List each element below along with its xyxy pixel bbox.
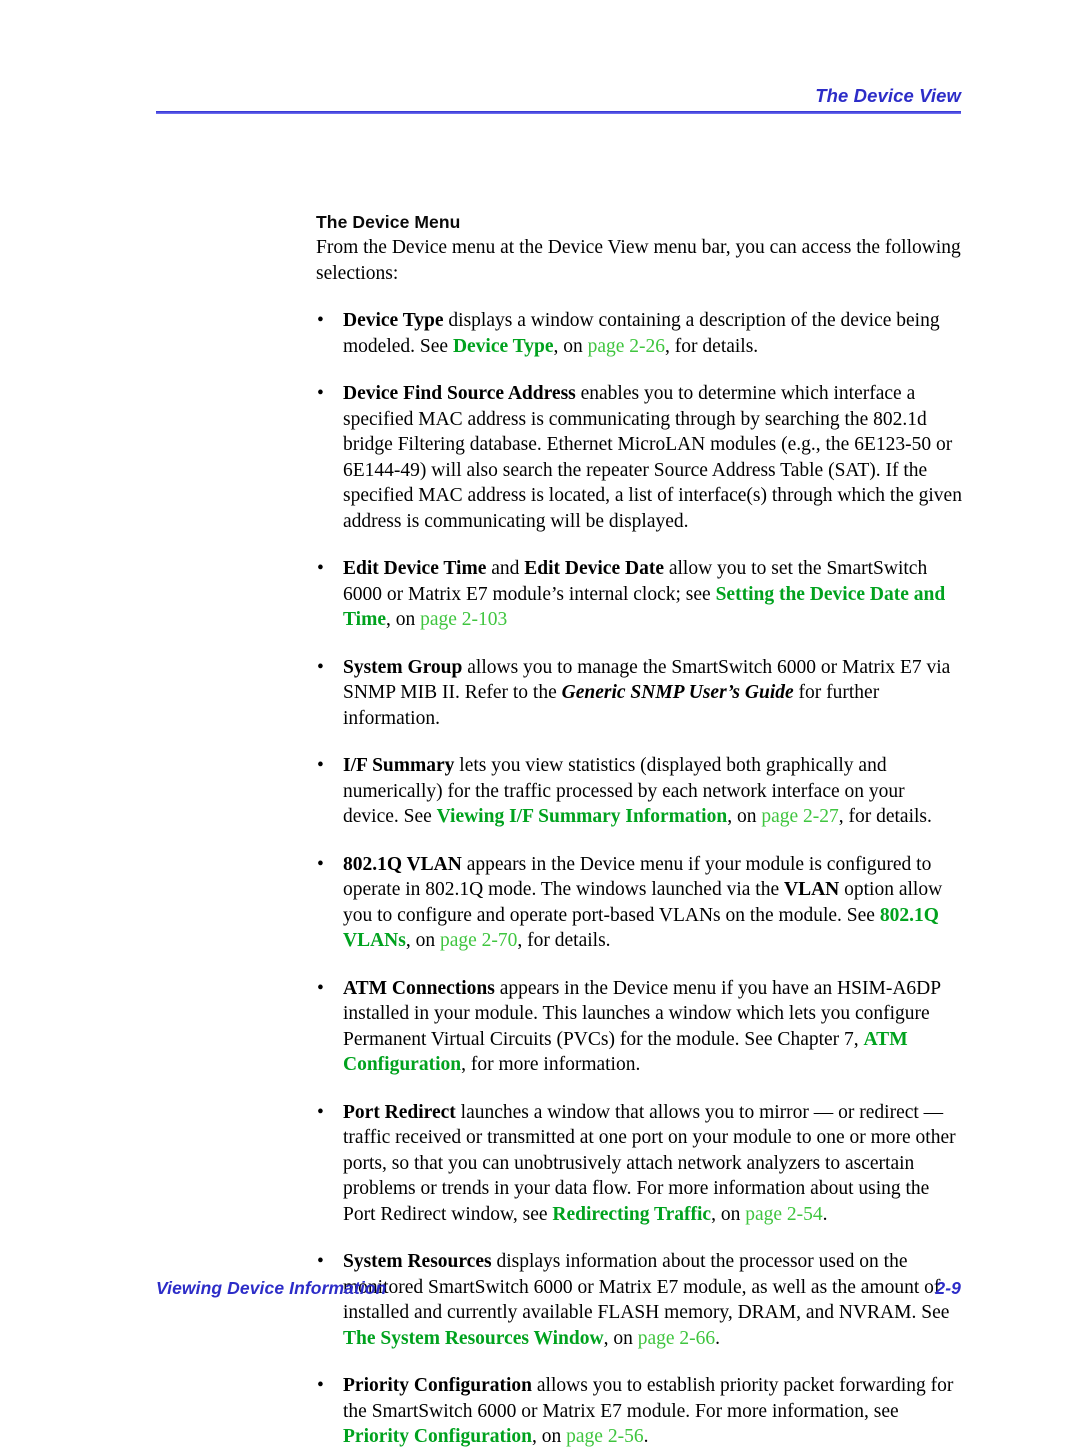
bullet-marker-icon: • — [317, 1375, 324, 1396]
body-text: . — [715, 1327, 721, 1349]
cross-reference-link[interactable]: Redirecting Traffic — [552, 1204, 711, 1225]
running-head: The Device View — [815, 85, 961, 106]
menu-term: Port Redirect — [343, 1101, 456, 1123]
menu-term: Device Type — [343, 310, 444, 331]
bullet-marker-icon: • — [317, 656, 324, 678]
body-text: , for details. — [665, 335, 759, 357]
page-number: 2-9 — [935, 1278, 961, 1298]
body-text: , for more information. — [461, 1054, 641, 1075]
section-intro-paragraph: From the Device menu at the Device View … — [316, 237, 961, 284]
bullet-item-802-1q-vlan: • 802.1Q VLAN appears in the Device menu … — [316, 852, 962, 954]
menu-term: Device Find Source Address — [343, 383, 576, 404]
menu-term: I/F Summary — [343, 755, 455, 776]
page-content: The Device Menu From the Device menu at … — [316, 212, 962, 1450]
bullet-marker-icon: • — [317, 310, 324, 331]
bullet-item-edit-device-time-date: • Edit Device Time and Edit Device Date a… — [316, 556, 962, 633]
body-text: , for details. — [838, 806, 932, 827]
cross-reference-link[interactable]: Priority Configuration — [343, 1426, 532, 1447]
body-text: , on — [711, 1203, 746, 1225]
bullet-item-device-type: • Device Type displays a window containin… — [316, 308, 962, 359]
bullet-marker-icon: • — [317, 853, 324, 875]
page-reference-link[interactable]: page 2-56 — [566, 1426, 643, 1447]
menu-term: 802.1Q VLAN — [343, 853, 462, 875]
menu-term: System Resources — [343, 1251, 492, 1272]
bullet-marker-icon: • — [317, 1101, 324, 1123]
bullet-marker-icon: • — [317, 755, 324, 776]
menu-term: Edit Device Time — [343, 558, 487, 579]
body-text: . — [643, 1426, 649, 1447]
bullet-item-system-group: • System Group allows you to manage the S… — [316, 655, 962, 732]
cross-reference-link[interactable]: Device Type — [453, 336, 554, 357]
bullet-item-system-resources: • System Resources displays information a… — [316, 1249, 962, 1351]
menu-term: Priority Configuration — [343, 1375, 533, 1396]
bullet-item-atm-connections: • ATM Connections appears in the Device m… — [316, 976, 962, 1078]
document-page: The Device View The Device Menu From the… — [0, 0, 1080, 1447]
cross-reference-link[interactable]: Viewing I/F Summary Information — [437, 806, 728, 827]
section-heading: The Device Menu — [316, 212, 461, 232]
book-title: Generic SNMP User’s Guide — [561, 682, 794, 703]
bullet-marker-icon: • — [317, 1251, 324, 1272]
body-text: , on — [727, 806, 762, 827]
header-rule — [156, 111, 961, 115]
running-foot: Viewing Device Information — [156, 1278, 387, 1298]
body-text: enables you to determine which interface… — [343, 383, 962, 532]
body-text: , for details. — [517, 930, 611, 951]
menu-term: Edit Device Date — [524, 558, 664, 579]
bullet-item-device-find-source-address: • Device Find Source Address enables you … — [316, 381, 962, 534]
menu-term: System Group — [343, 656, 463, 678]
menu-term: ATM Connections — [343, 977, 495, 999]
cross-reference-link[interactable]: The System Resources Window — [343, 1328, 604, 1349]
page-header: The Device View — [156, 84, 961, 115]
menu-term: VLAN — [784, 879, 840, 900]
bullet-marker-icon: • — [317, 977, 324, 999]
page-footer: Viewing Device Information 2-9 — [156, 1278, 961, 1299]
bullet-item-if-summary: • I/F Summary lets you view statistics (d… — [316, 753, 962, 830]
bullet-marker-icon: • — [317, 558, 324, 579]
body-text: , on — [553, 335, 588, 357]
body-text: , on — [385, 609, 421, 630]
body-text: , on — [603, 1327, 638, 1349]
body-text: , on — [532, 1426, 567, 1447]
page-reference-link[interactable]: page 2-103 — [420, 609, 507, 630]
page-reference-link[interactable]: page 2-26 — [588, 336, 665, 357]
bullet-item-priority-configuration: • Priority Configuration allows you to es… — [316, 1373, 962, 1450]
bullet-marker-icon: • — [317, 383, 324, 404]
body-text: and — [486, 558, 525, 579]
body-text: , on — [405, 930, 440, 951]
bullet-item-port-redirect: • Port Redirect launches a window that al… — [316, 1100, 962, 1228]
page-reference-link[interactable]: page 2-27 — [761, 806, 838, 827]
page-reference-link[interactable]: page 2-54 — [745, 1204, 822, 1225]
body-text: . — [822, 1203, 828, 1225]
page-reference-link[interactable]: page 2-66 — [638, 1328, 715, 1349]
page-reference-link[interactable]: page 2-70 — [440, 930, 517, 951]
